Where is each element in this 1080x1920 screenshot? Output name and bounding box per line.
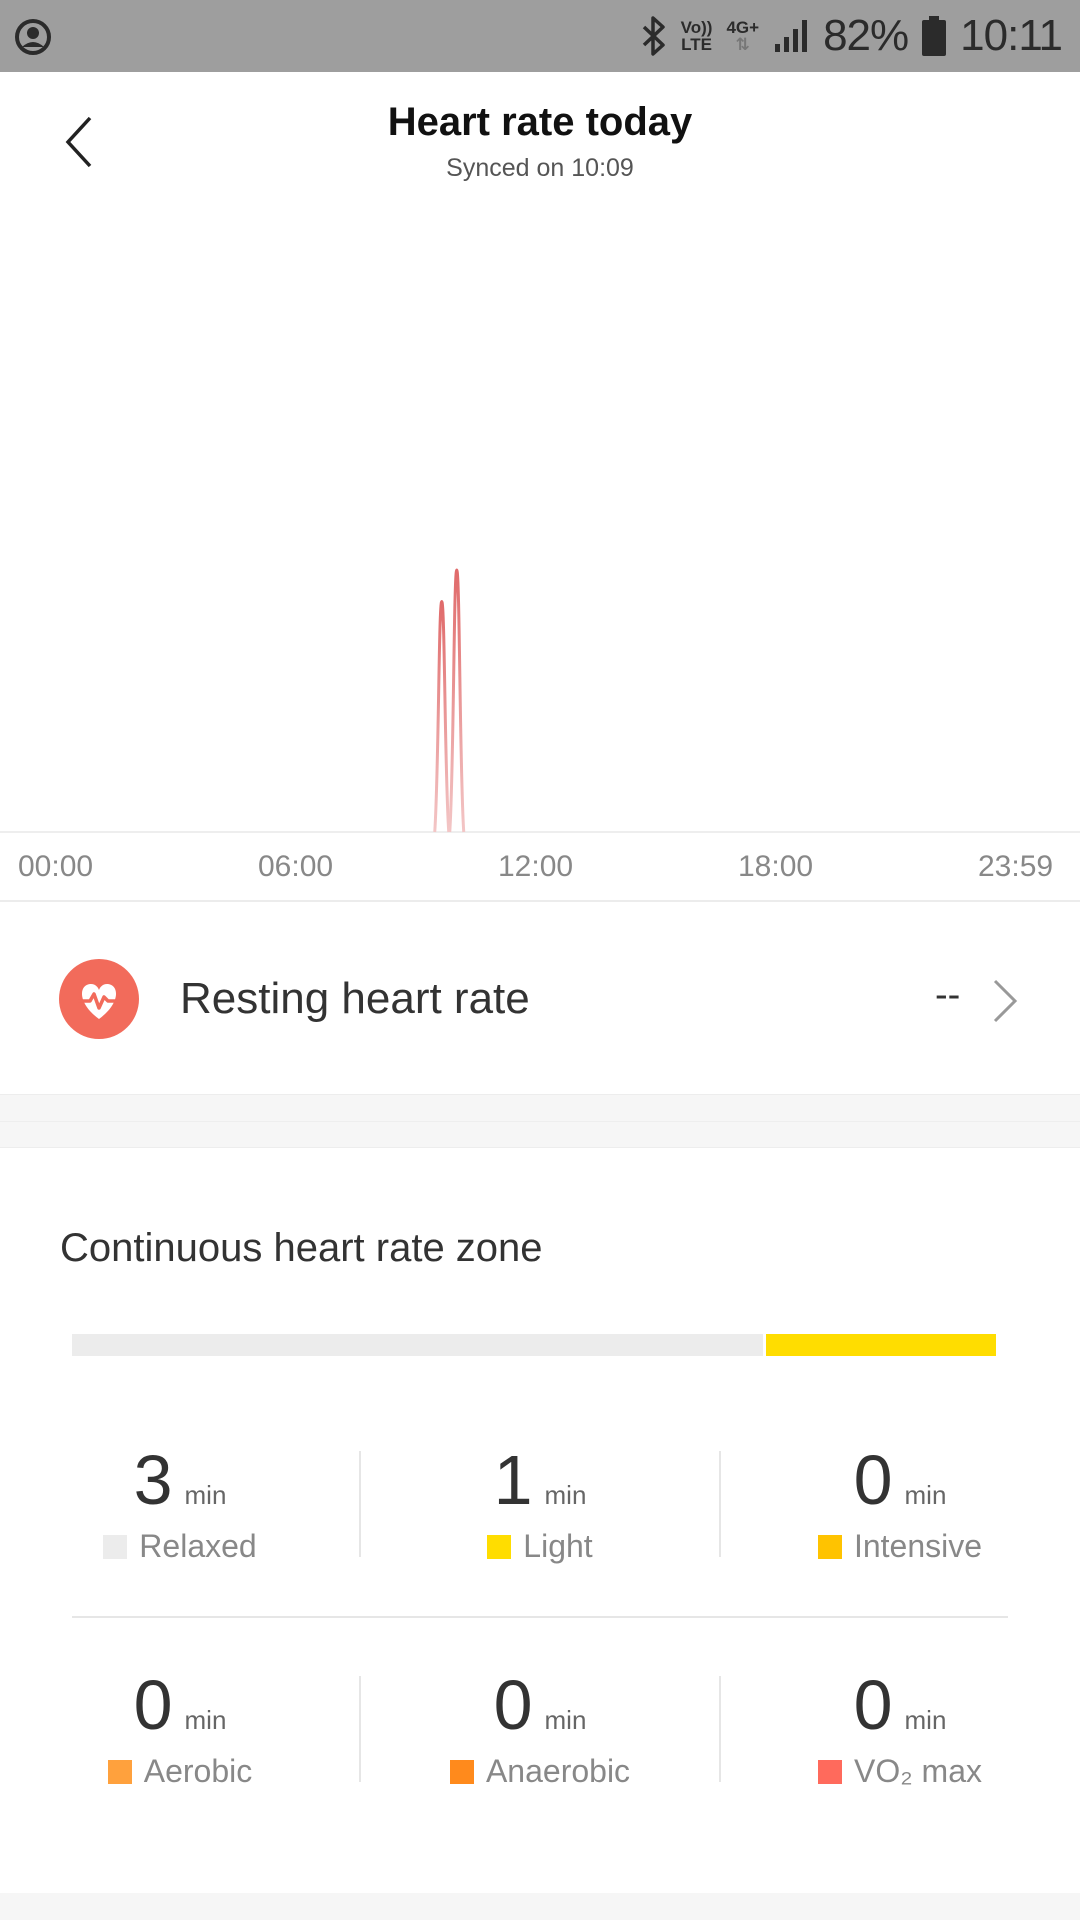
- zone-stat-label: Relaxed: [139, 1528, 257, 1564]
- chevron-right-icon: [993, 979, 1018, 1023]
- zone-stat-light: 1 min Light: [360, 1440, 720, 1565]
- sync-status: Synced on 10:09: [446, 154, 634, 182]
- zone-stat-label: Anaerobic: [485, 1753, 631, 1789]
- zone-bar-segment-relaxed: [72, 1334, 763, 1356]
- heart-rate-spike: [448, 568, 466, 833]
- zone-stat-unit: min: [904, 1480, 947, 1510]
- x-tick-label: 00:00: [18, 850, 94, 883]
- zone-stat-value: 0: [133, 1666, 173, 1744]
- stat-separator: [359, 1676, 361, 1782]
- zone-stat-value: 3: [133, 1441, 173, 1519]
- zone-stat-anaerobic: 0 min Anaerobic: [360, 1665, 720, 1790]
- network-type-label: 4G+: [726, 18, 760, 37]
- zone-stat-label: VO₂ max: [854, 1753, 982, 1789]
- zone-stat-vo-max: 0 min VO₂ max: [720, 1665, 1080, 1790]
- bluetooth-icon: [642, 16, 665, 56]
- volte-bottom-label: LTE: [681, 35, 712, 54]
- stat-separator: [719, 1451, 721, 1557]
- zone-stat-aerobic: 0 min Aerobic: [0, 1665, 360, 1790]
- x-tick-label: 06:00: [258, 850, 334, 883]
- resting-heart-rate-row[interactable]: Resting heart rate --: [0, 902, 1080, 1094]
- zone-stat-relaxed: 3 min Relaxed: [0, 1440, 360, 1565]
- zone-color-swatch: [818, 1759, 842, 1784]
- zone-stat-label: Light: [523, 1528, 593, 1564]
- heart-rate-spike: [433, 599, 451, 833]
- battery-icon: [922, 16, 947, 56]
- volte-icon: Vo)) LTE: [681, 19, 713, 53]
- zone-stat-value: 0: [493, 1666, 533, 1744]
- zone-stat-unit: min: [544, 1705, 587, 1735]
- volte-top-label: Vo)): [680, 18, 713, 37]
- x-tick-label: 23:59: [978, 850, 1054, 883]
- status-bar: Vo)) LTE 4G+ ⇅ 82% 10:11: [0, 0, 1080, 72]
- bottom-separator: [0, 1893, 1080, 1920]
- signal-icon: [775, 20, 808, 52]
- zone-section-title: Continuous heart rate zone: [60, 1226, 543, 1270]
- heart-rate-chart: 00:00 06:00 12:00 18:00 23:59: [0, 202, 1080, 902]
- stat-row-divider: [72, 1616, 1008, 1618]
- zone-stat-intensive: 0 min Intensive: [720, 1440, 1080, 1565]
- zone-color-swatch: [487, 1534, 512, 1559]
- 4g-icon: 4G+ ⇅: [726, 19, 759, 53]
- zone-color-swatch: [107, 1759, 132, 1784]
- clock: 10:11: [960, 11, 1063, 60]
- zone-color-swatch: [449, 1759, 474, 1784]
- resting-heart-rate-value: --: [935, 974, 961, 1016]
- zone-stat-label: Intensive: [853, 1528, 983, 1564]
- header: Heart rate today Synced on 10:09: [0, 72, 1080, 202]
- stat-separator: [719, 1676, 721, 1782]
- page-title: Heart rate today: [387, 100, 693, 144]
- zone-stat-value: 0: [853, 1666, 893, 1744]
- resting-heart-rate-label: Resting heart rate: [180, 974, 530, 1023]
- heart-pulse-icon: [59, 959, 139, 1039]
- x-tick-label: 12:00: [498, 850, 574, 883]
- network-arrows-label: ⇅: [735, 35, 750, 54]
- zone-color-swatch: [817, 1534, 842, 1559]
- zone-stat-label: Aerobic: [143, 1753, 253, 1789]
- zone-stat-value: 0: [853, 1441, 893, 1519]
- account-circle-icon: [15, 19, 51, 55]
- section-separator-line: [0, 1121, 1080, 1122]
- zone-stat-unit: min: [184, 1705, 227, 1735]
- stat-separator: [359, 1451, 361, 1557]
- battery-percent: 82%: [823, 11, 909, 60]
- zone-color-swatch: [103, 1534, 128, 1559]
- zone-stat-unit: min: [904, 1705, 947, 1735]
- zone-distribution-bar: [72, 1334, 996, 1356]
- zone-stat-unit: min: [184, 1480, 227, 1510]
- heart-rate-plot: [0, 568, 1080, 833]
- zone-stat-unit: min: [544, 1480, 587, 1510]
- zone-bar-segment-light: [765, 1334, 996, 1356]
- x-tick-label: 18:00: [738, 850, 814, 883]
- zone-stat-value: 1: [493, 1441, 533, 1519]
